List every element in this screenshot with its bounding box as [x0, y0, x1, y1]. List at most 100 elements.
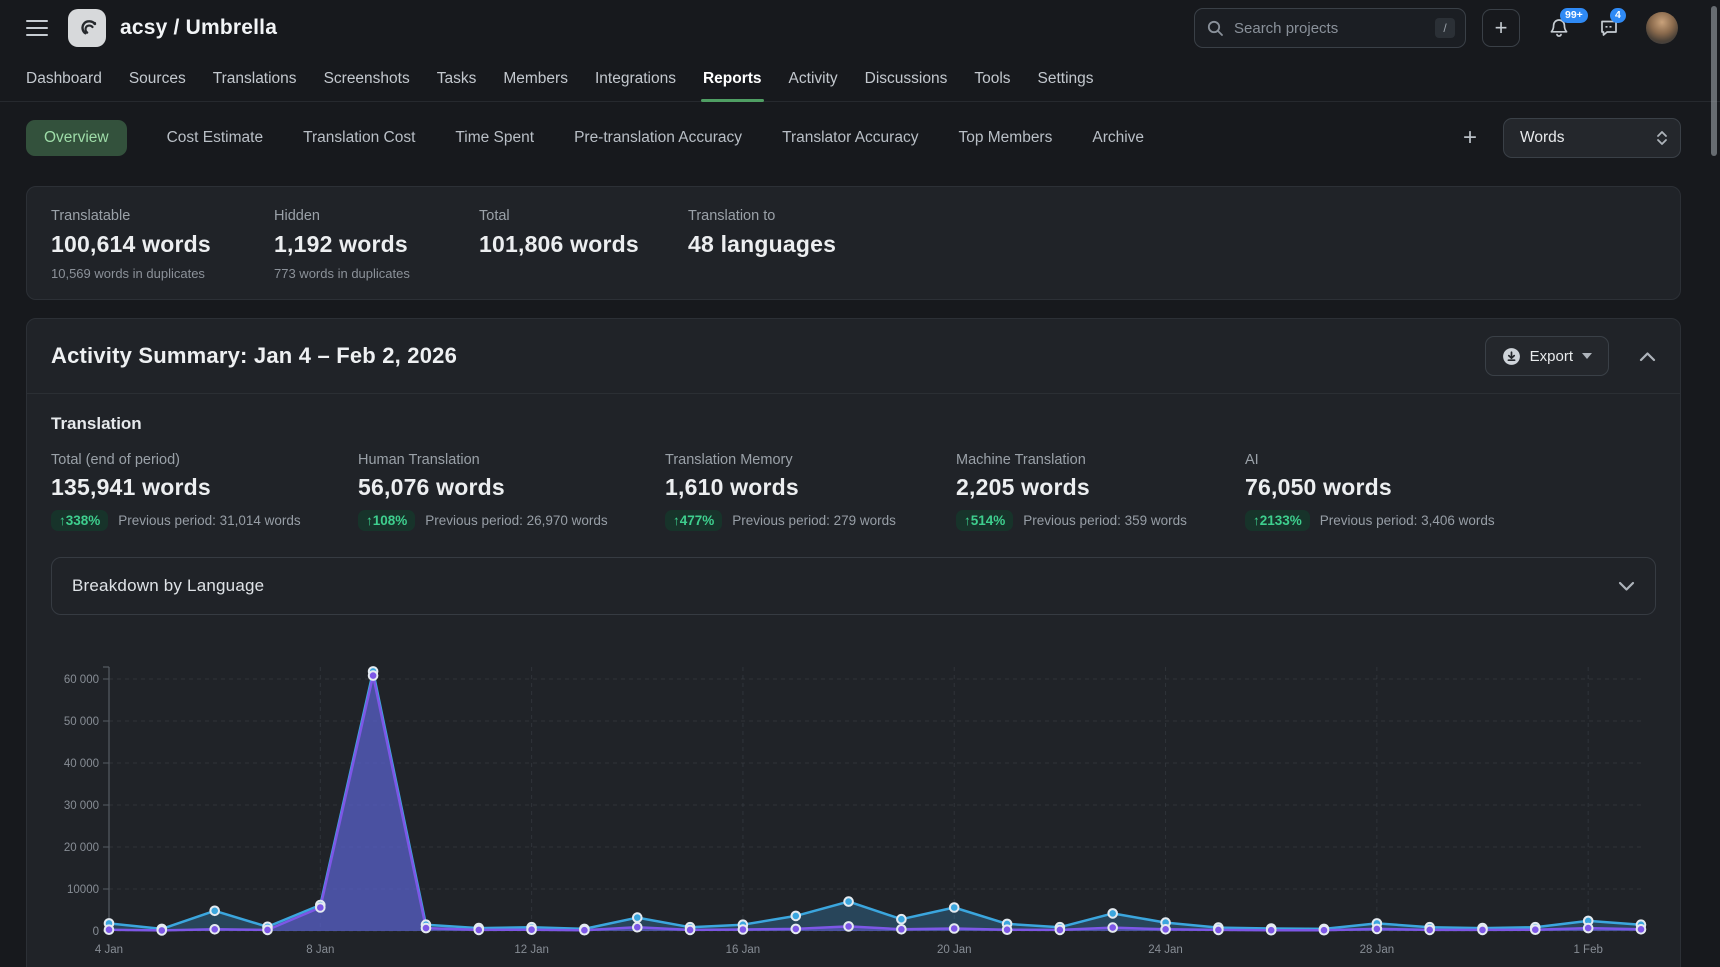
previous-period-text: Previous period: 3,406 words	[1320, 513, 1495, 528]
stat-note: 10,569 words in duplicates	[51, 266, 274, 281]
svg-text:28 Jan: 28 Jan	[1360, 944, 1395, 956]
export-button[interactable]: Export	[1485, 336, 1609, 376]
nav-tab-dashboard[interactable]: Dashboard	[26, 56, 102, 101]
breakdown-by-language-toggle[interactable]: Breakdown by Language	[51, 557, 1656, 615]
metric-value: 2,205 words	[956, 474, 1245, 501]
change-badge: ↑514%	[956, 510, 1013, 531]
stat-value: 48 languages	[688, 231, 836, 258]
svg-text:16 Jan: 16 Jan	[726, 944, 761, 956]
svg-text:24 Jan: 24 Jan	[1148, 944, 1183, 956]
metric-label: Total (end of period)	[51, 452, 358, 468]
stat-label: Hidden	[274, 208, 479, 224]
report-tab-overview[interactable]: Overview	[26, 120, 127, 156]
metric-value: 56,076 words	[358, 474, 665, 501]
previous-period-text: Previous period: 279 words	[732, 513, 896, 528]
report-tab-time-spent[interactable]: Time Spent	[455, 129, 534, 147]
metric-human-translation: Human Translation 56,076 words ↑108% Previo…	[358, 452, 665, 531]
reports-subnav: Overview Cost Estimate Translation Cost Tim…	[0, 102, 1720, 158]
stat-translatable: Translatable 100,614 words 10,569 words in…	[51, 208, 274, 281]
report-tab-cost-estimate[interactable]: Cost Estimate	[167, 129, 263, 147]
nav-tab-translations[interactable]: Translations	[213, 56, 297, 101]
stat-value: 101,806 words	[479, 231, 688, 258]
metric-value: 135,941 words	[51, 474, 358, 501]
avatar[interactable]	[1646, 12, 1678, 44]
previous-period-text: Previous period: 359 words	[1023, 513, 1187, 528]
nav-tab-members[interactable]: Members	[503, 56, 568, 101]
chevron-down-icon	[1618, 581, 1635, 592]
menu-icon[interactable]	[26, 20, 48, 36]
nav-tab-tools[interactable]: Tools	[974, 56, 1010, 101]
change-badge: ↑338%	[51, 510, 108, 531]
search-shortcut-hint: /	[1435, 18, 1455, 38]
activity-chart[interactable]: 01000020 00030 00040 00050 00060 0004 Ja…	[51, 631, 1651, 967]
app-logo[interactable]	[68, 9, 106, 47]
svg-text:8 Jan: 8 Jan	[306, 944, 334, 956]
nav-tab-settings[interactable]: Settings	[1038, 56, 1094, 101]
nav-tab-activity[interactable]: Activity	[789, 56, 838, 101]
nav-tab-integrations[interactable]: Integrations	[595, 56, 676, 101]
metric-label: Translation Memory	[665, 452, 956, 468]
svg-text:0: 0	[93, 926, 99, 938]
chevron-up-icon	[1639, 351, 1656, 362]
notifications-button[interactable]: 99+	[1548, 17, 1570, 39]
svg-text:4 Jan: 4 Jan	[95, 944, 123, 956]
scrollbar[interactable]	[1711, 6, 1717, 156]
download-icon	[1502, 347, 1521, 366]
search-placeholder: Search projects	[1234, 20, 1435, 37]
report-tab-top-members[interactable]: Top Members	[958, 129, 1052, 147]
svg-text:20 Jan: 20 Jan	[937, 944, 972, 956]
stat-hidden: Hidden 1,192 words 773 words in duplicates	[274, 208, 479, 281]
stat-note: 773 words in duplicates	[274, 266, 479, 281]
project-title[interactable]: acsy / Umbrella	[120, 16, 277, 40]
bird-logo-icon	[74, 15, 100, 41]
report-tab-pre-translation-accuracy[interactable]: Pre-translation Accuracy	[574, 129, 742, 147]
svg-text:30 000: 30 000	[64, 800, 99, 812]
reports-tabs: Overview Cost Estimate Translation Cost Tim…	[26, 120, 1144, 156]
previous-period-text: Previous period: 26,970 words	[425, 513, 607, 528]
caret-down-icon	[1582, 353, 1592, 359]
stat-label: Total	[479, 208, 688, 224]
stat-label: Translatable	[51, 208, 274, 224]
stat-label: Translation to	[688, 208, 836, 224]
messages-badge: 4	[1610, 8, 1626, 23]
metric-label: AI	[1245, 452, 1495, 468]
svg-text:10000: 10000	[67, 884, 99, 896]
unit-select[interactable]: Words	[1503, 118, 1681, 158]
activity-summary-body: Translation Total (end of period)135,941…	[27, 394, 1680, 967]
messages-button[interactable]: 4	[1598, 17, 1620, 39]
report-tab-translation-cost[interactable]: Translation Cost	[303, 129, 415, 147]
metric-machine-translation: Machine Translation 2,205 words ↑514% Previ…	[956, 452, 1245, 531]
change-badge: ↑477%	[665, 510, 722, 531]
metric-value: 76,050 words	[1245, 474, 1495, 501]
nav-tab-discussions[interactable]: Discussions	[865, 56, 948, 101]
nav-tab-sources[interactable]: Sources	[129, 56, 186, 101]
stat-value: 1,192 words	[274, 231, 479, 258]
metric-value: 1,610 words	[665, 474, 956, 501]
notifications-badge: 99+	[1560, 8, 1588, 23]
svg-text:60 000: 60 000	[64, 674, 99, 686]
metric-label: Machine Translation	[956, 452, 1245, 468]
create-button[interactable]: +	[1482, 9, 1520, 47]
activity-summary-header: Activity Summary: Jan 4 – Feb 2, 2026 Ex…	[27, 319, 1680, 394]
nav-tab-reports[interactable]: Reports	[703, 56, 762, 101]
top-bar: acsy / Umbrella Search projects / + 99+ …	[0, 0, 1720, 56]
activity-summary-title: Activity Summary: Jan 4 – Feb 2, 2026	[51, 343, 1485, 369]
search-input[interactable]: Search projects /	[1194, 8, 1466, 48]
report-tab-archive[interactable]: Archive	[1092, 129, 1144, 147]
add-report-button[interactable]: +	[1463, 126, 1477, 150]
stat-translation-to: Translation to 48 languages	[688, 208, 836, 281]
report-tab-translator-accuracy[interactable]: Translator Accuracy	[782, 129, 918, 147]
svg-text:1 Feb: 1 Feb	[1573, 944, 1602, 956]
nav-tab-screenshots[interactable]: Screenshots	[324, 56, 410, 101]
stat-value: 100,614 words	[51, 231, 274, 258]
svg-text:20 000: 20 000	[64, 842, 99, 854]
collapse-section-button[interactable]	[1639, 351, 1656, 362]
stats-card: Translatable 100,614 words 10,569 words in…	[26, 186, 1681, 300]
search-icon	[1207, 20, 1224, 37]
metric-label: Human Translation	[358, 452, 665, 468]
nav-tab-tasks[interactable]: Tasks	[437, 56, 477, 101]
metric-translation-memory: Translation Memory 1,610 words ↑477% Previo…	[665, 452, 956, 531]
svg-text:12 Jan: 12 Jan	[514, 944, 549, 956]
change-badge: ↑108%	[358, 510, 415, 531]
select-arrows-icon	[1656, 129, 1668, 147]
